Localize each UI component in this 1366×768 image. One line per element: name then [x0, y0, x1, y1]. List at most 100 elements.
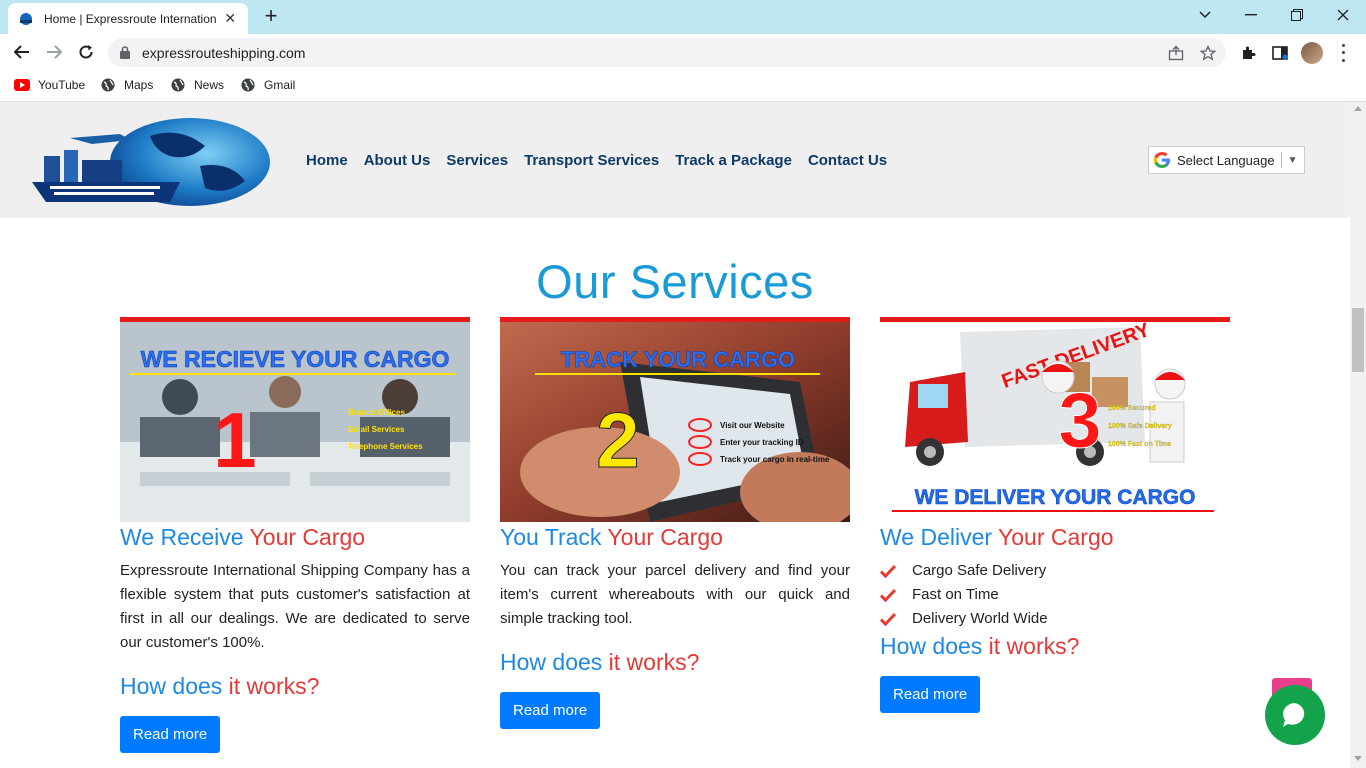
list-item: Cargo Safe Delivery	[880, 559, 1230, 583]
how-accent: it works?	[988, 633, 1080, 659]
globe-icon	[240, 77, 256, 93]
list-item-text: Cargo Safe Delivery	[912, 562, 1047, 579]
bookmark-label: Gmail	[264, 78, 296, 92]
address-bar[interactable]: expressrouteshipping.com	[108, 38, 1226, 67]
company-logo[interactable]	[30, 116, 272, 208]
reload-icon[interactable]	[74, 40, 98, 64]
nav-transport-services[interactable]: Transport Services	[524, 152, 659, 169]
read-more-button[interactable]: Read more	[880, 676, 981, 713]
globe-icon	[170, 77, 186, 93]
list-item-text: Delivery World Wide	[912, 610, 1048, 627]
image-bullet: Visit our Website	[720, 421, 785, 430]
page-viewport: Home About Us Services Transport Service…	[0, 102, 1350, 768]
share-icon[interactable]	[1166, 44, 1186, 62]
image-bullet: 100% Fast on Time	[1108, 441, 1171, 448]
page-scrollbar[interactable]	[1350, 102, 1366, 768]
card-heading: We Receive Your Cargo	[120, 524, 470, 551]
nav-home[interactable]: Home	[306, 152, 348, 169]
image-step-number: 2	[596, 396, 639, 484]
delivery-checklist: Cargo Safe Delivery Fast on Time Deliver…	[880, 559, 1230, 631]
main-nav: Home About Us Services Transport Service…	[306, 152, 887, 169]
deliver-cargo-image: FAST DELIVERY 3 100% Secured 100% Safe D…	[880, 317, 1230, 522]
nav-contact-us[interactable]: Contact Us	[808, 152, 887, 169]
nav-track-package[interactable]: Track a Package	[675, 152, 792, 169]
image-step-number: 1	[213, 396, 256, 484]
google-g-icon	[1153, 151, 1171, 169]
image-caption: TRACK YOUR CARGO	[561, 347, 795, 372]
tab-title: Home | Expressroute International	[44, 11, 217, 26]
heading-text: We Deliver	[880, 524, 999, 550]
track-cargo-image: TRACK YOUR CARGO 2 Visit our Website Ent…	[500, 317, 850, 522]
bookmark-gmail[interactable]: Gmail	[240, 77, 295, 93]
lock-icon[interactable]	[120, 46, 132, 59]
bookmark-youtube[interactable]: YouTube	[14, 77, 85, 93]
image-bullet: 100% Secured	[1108, 405, 1155, 412]
bookmark-label: News	[194, 78, 225, 92]
services-section-title: Our Services	[536, 255, 814, 308]
tab-close-icon[interactable]: ✕	[223, 10, 239, 27]
browser-tab-strip: Home | Expressroute International ✕ +	[0, 0, 1366, 34]
image-step-number: 3	[1058, 376, 1101, 464]
chat-bubble-icon	[1283, 703, 1305, 727]
bookmark-label: Maps	[124, 78, 154, 92]
back-icon[interactable]	[10, 40, 34, 64]
minimize-button[interactable]	[1228, 0, 1274, 30]
language-select[interactable]: Select Language ▼	[1148, 146, 1305, 174]
card-heading: You Track Your Cargo	[500, 524, 850, 551]
bookmarks-bar: YouTube Maps News Gmail	[0, 71, 1366, 102]
browser-toolbar: expressrouteshipping.com	[0, 34, 1366, 71]
check-icon	[880, 564, 896, 578]
how-it-works-heading: How does it works?	[500, 649, 850, 676]
read-more-button[interactable]: Read more	[500, 692, 601, 729]
image-bullet: 100% Safe Delivery	[1108, 423, 1172, 430]
how-accent: it works?	[608, 649, 700, 675]
bookmark-label: YouTube	[38, 78, 86, 92]
image-bullet: Track your cargo in real-time	[720, 455, 830, 464]
how-it-works-heading: How does it works?	[880, 633, 1230, 660]
new-tab-button[interactable]: +	[258, 4, 284, 30]
site-favicon-icon	[18, 11, 34, 27]
service-card-track: TRACK YOUR CARGO 2 Visit our Website Ent…	[500, 317, 850, 729]
image-bullet: Enter your tracking ID	[720, 438, 804, 447]
scrollbar-thumb[interactable]	[1352, 308, 1364, 372]
nav-services[interactable]: Services	[446, 152, 508, 169]
read-more-button[interactable]: Read more	[120, 716, 221, 753]
image-bullet: Telephone Services	[348, 442, 423, 451]
select-divider	[1280, 152, 1282, 168]
check-icon	[880, 612, 896, 626]
image-bullet: Email Services	[348, 425, 405, 434]
heading-accent: Your Cargo	[249, 524, 366, 550]
how-it-works-heading: How does it works?	[120, 673, 470, 700]
how-accent: it works?	[228, 673, 320, 699]
list-item-text: Fast on Time	[912, 586, 999, 603]
receive-cargo-image: WE RECIEVE YOUR CARGO 1 Branch Offices E…	[120, 317, 470, 522]
heading-text: You Track	[500, 524, 608, 550]
bookmark-news[interactable]: News	[170, 77, 224, 93]
image-caption: WE RECIEVE YOUR CARGO	[141, 346, 450, 372]
service-card-receive: WE RECIEVE YOUR CARGO 1 Branch Offices E…	[120, 317, 470, 753]
browser-tab[interactable]: Home | Expressroute International ✕	[8, 3, 248, 34]
close-window-button[interactable]	[1320, 0, 1366, 30]
card-description: Expressroute International Shipping Comp…	[120, 562, 470, 651]
profile-avatar[interactable]	[1301, 42, 1323, 64]
bookmark-maps[interactable]: Maps	[100, 77, 153, 93]
url-text: expressrouteshipping.com	[142, 44, 306, 61]
forward-icon[interactable]	[42, 40, 66, 64]
heading-accent: Your Cargo	[998, 524, 1114, 550]
card-heading: We Deliver Your Cargo	[880, 524, 1230, 551]
language-select-label: Select Language	[1177, 152, 1275, 168]
extensions-icon[interactable]	[1237, 42, 1259, 64]
caret-down-icon: ▼	[1287, 154, 1298, 166]
chat-widget-button[interactable]	[1265, 685, 1325, 745]
how-text: How does	[120, 673, 229, 699]
image-caption: WE DELIVER YOUR CARGO	[915, 486, 1196, 509]
nav-about-us[interactable]: About Us	[364, 152, 431, 169]
scroll-down-arrow-icon[interactable]	[1354, 756, 1362, 761]
scroll-up-arrow-icon[interactable]	[1354, 106, 1362, 111]
bookmark-star-icon[interactable]	[1198, 44, 1218, 62]
tab-search-icon[interactable]	[1182, 0, 1228, 30]
browser-menu-icon[interactable]	[1336, 42, 1350, 64]
side-panel-icon[interactable]	[1269, 42, 1291, 64]
restore-button[interactable]	[1274, 0, 1320, 30]
how-text: How does	[500, 649, 609, 675]
